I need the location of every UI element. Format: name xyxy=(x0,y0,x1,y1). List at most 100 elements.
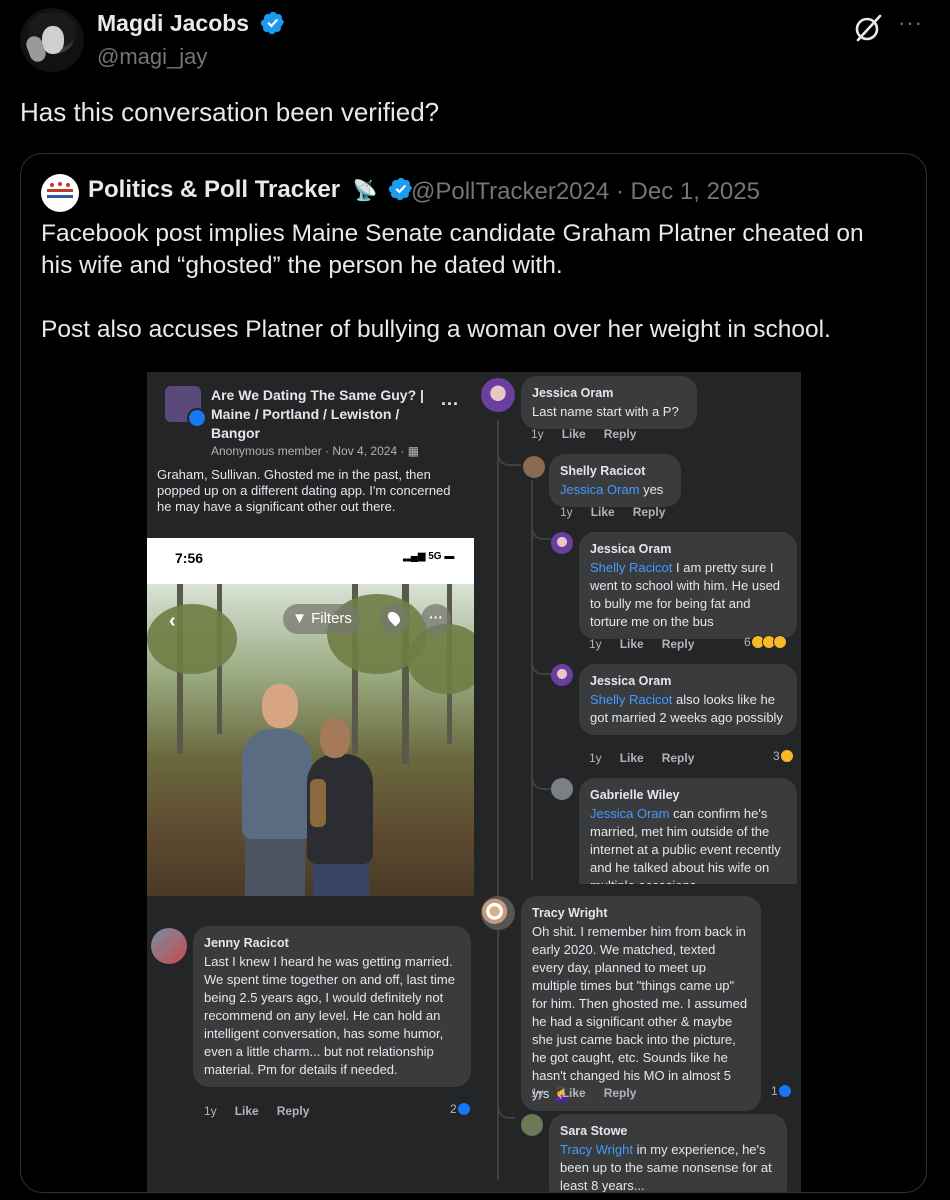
like-action: Like xyxy=(234,1104,259,1118)
like-action: Like xyxy=(561,427,586,441)
author-avatar[interactable] xyxy=(20,8,84,72)
filters-label: Filters xyxy=(311,610,352,627)
thread-line xyxy=(531,480,533,880)
comment-text: Last I knew I heard he was getting marri… xyxy=(204,954,455,1077)
comment-time: 1y xyxy=(531,1086,544,1100)
signal-icon: ▂▄▆ xyxy=(403,551,429,562)
wow-reaction-icon xyxy=(780,749,795,763)
pin-shape xyxy=(385,609,403,627)
thread-connector xyxy=(531,772,551,790)
held-object xyxy=(310,779,326,827)
commenter-name: Jenny Racicot xyxy=(204,936,289,950)
wow-reaction-icon xyxy=(773,635,788,649)
group-badge-icon xyxy=(187,408,207,428)
reaction-number: 3 xyxy=(773,749,780,763)
person-figure xyxy=(320,718,350,758)
quoted-author-name[interactable]: Politics & Poll Tracker xyxy=(88,176,340,203)
quoted-text-paragraph: Post also accuses Platner of bullying a … xyxy=(41,316,831,343)
comment-bubble: Tracy Wright Oh shit. I remember him fro… xyxy=(521,896,761,1111)
author-name[interactable]: Magdi Jacobs xyxy=(97,10,249,36)
comment-bubble: Jessica Oram Shelly Racicot I am pretty … xyxy=(579,532,797,639)
commenter-avatar xyxy=(151,928,187,964)
thread-connector xyxy=(531,657,551,675)
reply-action: Reply xyxy=(661,637,695,651)
reaction-count: 6 xyxy=(744,635,788,649)
comment-text: Oh shit. I remember him from back in ear… xyxy=(532,924,748,1101)
verified-badge-icon xyxy=(260,11,284,35)
more-options-icon[interactable]: ··· xyxy=(898,10,923,36)
quoted-author-avatar[interactable] xyxy=(41,174,79,212)
reply-action: Reply xyxy=(603,1086,637,1100)
commenter-name: Jessica Oram xyxy=(590,542,672,556)
comment-mention: Shelly Racicot xyxy=(590,692,673,707)
person-figure xyxy=(242,729,312,839)
commenter-avatar xyxy=(551,532,573,554)
satellite-dish-icon: 📡 xyxy=(352,180,378,202)
comment-actions: 1y Like Reply xyxy=(560,505,665,519)
comment-time: 1y xyxy=(560,505,573,519)
phone-status: ▂▄▆ 5G ▬ xyxy=(403,551,454,562)
commenter-name: Sara Stowe xyxy=(560,1124,628,1138)
author-handle[interactable]: @magi_jay xyxy=(97,44,207,70)
phone-screenshot: 7:56 ▂▄▆ 5G ▬ ‹ ▼ Filters ··· xyxy=(147,538,474,896)
reaction-number: 2 xyxy=(450,1102,457,1116)
person-figure xyxy=(313,860,369,896)
quoted-author-name-row[interactable]: Politics & Poll Tracker 📡 xyxy=(88,176,414,204)
person-figure xyxy=(262,684,298,728)
grok-icon[interactable] xyxy=(852,12,884,44)
post-text: Graham, Sullivan. Ghosted me in the past… xyxy=(157,467,451,514)
like-action: Like xyxy=(619,751,644,765)
like-action: Like xyxy=(561,1086,586,1100)
commenter-name: Gabrielle Wiley xyxy=(590,788,680,802)
commenter-avatar xyxy=(521,1114,543,1136)
comment-actions: 1y Like Reply xyxy=(531,1086,636,1100)
like-reaction-icon xyxy=(778,1084,793,1098)
comment-bubble: Sara Stowe Tracy Wright in my experience… xyxy=(549,1114,787,1192)
comment-text: Last name start with a P? xyxy=(532,404,679,419)
reply-action: Reply xyxy=(603,427,637,441)
quoted-handle-date[interactable]: @PollTracker2024 · Dec 1, 2025 xyxy=(411,178,760,206)
comment-actions: 1y Like Reply xyxy=(589,637,694,651)
reply-action: Reply xyxy=(276,1104,310,1118)
location-pin-icon xyxy=(379,604,409,634)
avatar-face xyxy=(42,26,64,54)
tweet-text: Has this conversation been verified? xyxy=(20,97,440,127)
network-label: 5G xyxy=(428,551,442,562)
commenter-name: Shelly Racicot xyxy=(560,464,646,478)
post-more-icon: ··· xyxy=(441,394,459,414)
comment-bubble: Jenny Racicot Last I knew I heard he was… xyxy=(193,926,471,1087)
attached-screenshot-image[interactable]: Are We Dating The Same Guy? | Maine / Po… xyxy=(147,372,801,1192)
comment-text: yes xyxy=(639,482,664,497)
thread-connector xyxy=(497,1105,515,1119)
thread-connector xyxy=(497,452,521,466)
filter-icon: ▼ xyxy=(292,610,312,627)
reply-action: Reply xyxy=(632,505,666,519)
like-action: Like xyxy=(590,505,615,519)
comment-time: 1y xyxy=(204,1104,217,1118)
reaction-number: 6 xyxy=(744,635,751,649)
reaction-count: 2 xyxy=(450,1102,472,1116)
quoted-tweet-card[interactable]: Politics & Poll Tracker 📡 @PollTracker20… xyxy=(20,153,927,1193)
comment-mention: Jessica Oram xyxy=(560,482,640,497)
comment-mention: Shelly Racicot xyxy=(590,560,673,575)
commenter-name: Jessica Oram xyxy=(590,674,672,688)
photo-more-icon: ··· xyxy=(421,604,451,634)
comment-bubble: Gabrielle Wiley Jessica Oram can confirm… xyxy=(579,778,797,884)
comment-bubble: Jessica Oram Shelly Racicot also looks l… xyxy=(579,664,797,735)
commenter-avatar xyxy=(551,778,573,800)
commenter-avatar xyxy=(481,896,515,930)
reply-action: Reply xyxy=(661,751,695,765)
avatar-stripe xyxy=(47,189,73,192)
reaction-count: 1 xyxy=(771,1084,793,1098)
thread-line xyxy=(497,420,499,1180)
avatar-stripe xyxy=(47,195,73,198)
comment-actions: 1y Like Reply xyxy=(589,751,694,765)
commenter-avatar xyxy=(551,664,573,686)
avatar-star xyxy=(58,182,62,186)
author-name-row[interactable]: Magdi Jacobs xyxy=(97,10,286,37)
profile-photo: ‹ ▼ Filters ··· xyxy=(147,584,474,896)
privacy-icon: ▦ xyxy=(407,444,420,458)
commenter-name: Jessica Oram xyxy=(532,386,614,400)
reaction-number: 1 xyxy=(771,1084,778,1098)
comment-actions: 1y Like Reply xyxy=(531,427,636,441)
